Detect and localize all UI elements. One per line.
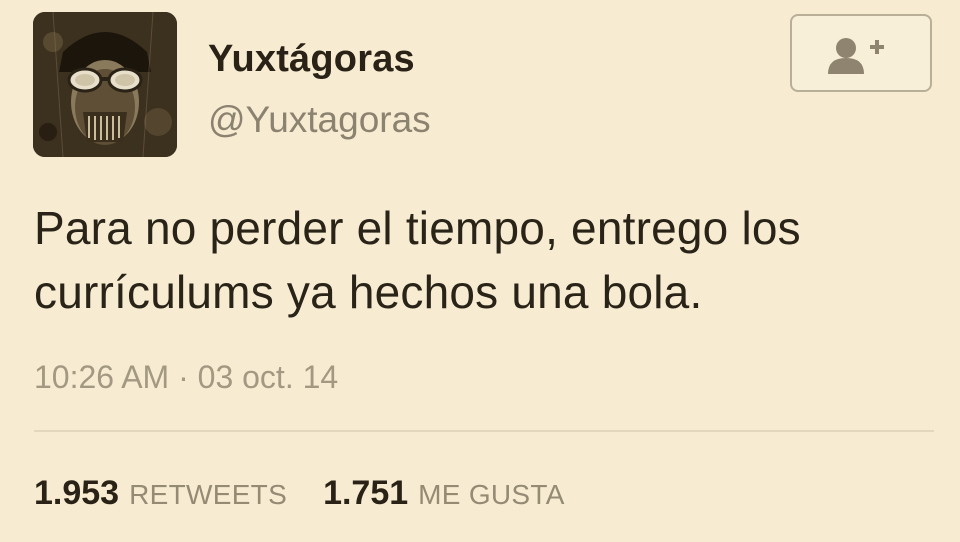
avatar[interactable] xyxy=(33,12,177,157)
follow-button[interactable] xyxy=(790,14,932,92)
author-handle[interactable]: @Yuxtagoras xyxy=(208,98,431,142)
likes-count: 1.751 xyxy=(323,474,409,512)
tweet-timestamp[interactable]: 10:26 AM · 03 oct. 14 xyxy=(34,357,338,397)
add-user-icon xyxy=(828,38,884,74)
tweet-text: Para no perder el tiempo, entrego los cu… xyxy=(34,202,801,318)
likes-stat[interactable]: 1.751 ME GUSTA xyxy=(323,474,565,513)
likes-label: ME GUSTA xyxy=(418,479,565,510)
retweets-count: 1.953 xyxy=(34,474,120,512)
divider xyxy=(34,430,934,432)
retweets-stat[interactable]: 1.953 RETWEETS xyxy=(34,474,287,513)
tweet-card: Yuxtágoras @Yuxtagoras Para no perder el… xyxy=(0,0,960,542)
author-display-name[interactable]: Yuxtágoras xyxy=(208,36,415,82)
tweet-stats: 1.953 RETWEETS 1.751 ME GUSTA xyxy=(34,474,565,518)
retweets-label: RETWEETS xyxy=(129,479,288,510)
avatar-image xyxy=(33,12,177,157)
